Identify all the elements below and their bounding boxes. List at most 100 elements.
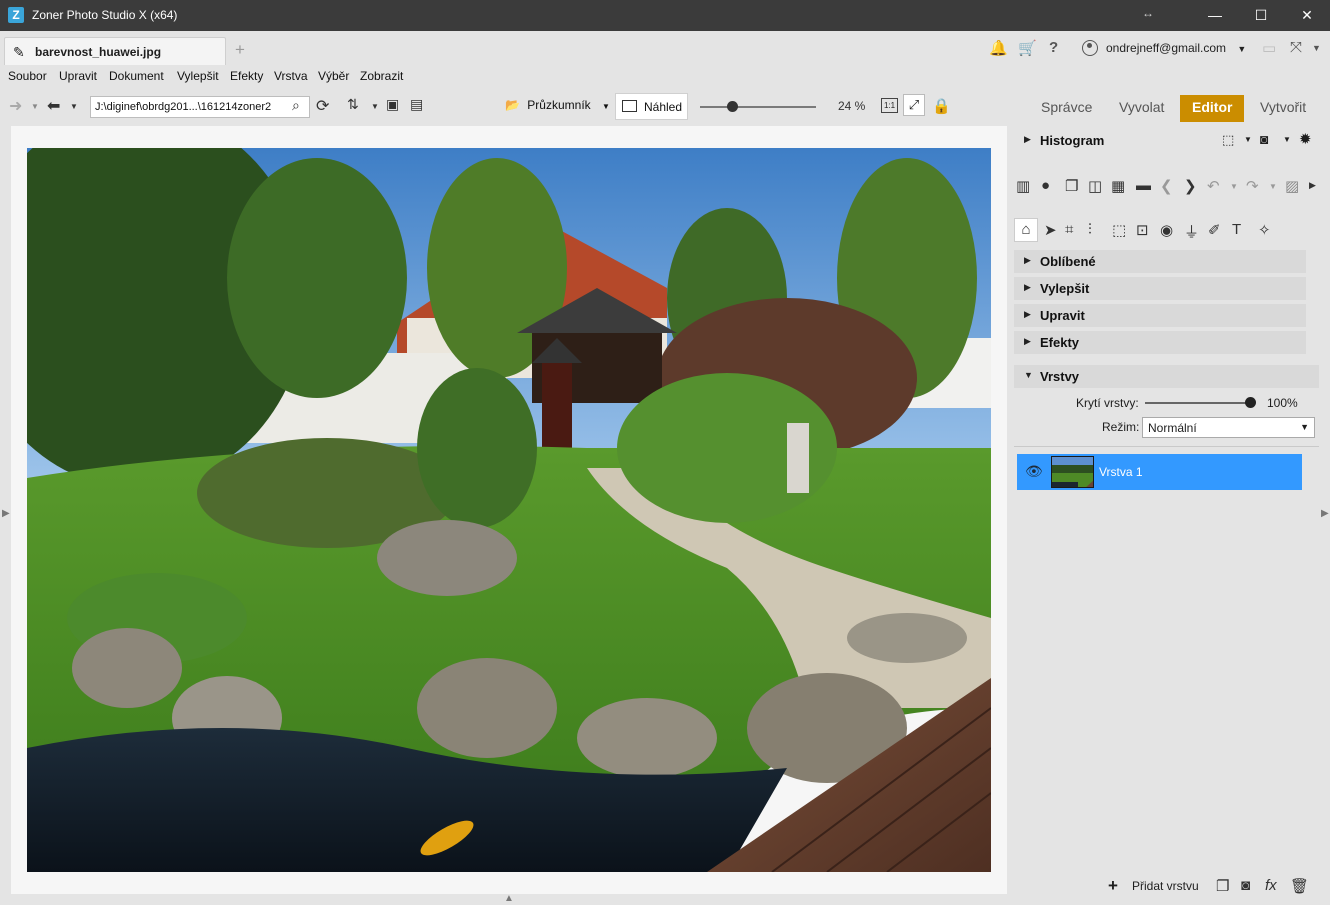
toolbar: ➜ ▼ ⬅ ▼ J:\diginef\obrdg201...\161214zon… [0, 88, 1330, 126]
cart-icon[interactable]: 🛒 [1018, 39, 1037, 57]
preview-button[interactable]: Náhled [615, 93, 688, 120]
chevron-down-icon[interactable]: ▼ [1269, 182, 1277, 191]
left-panel-toggle-icon[interactable]: ▶ [2, 508, 10, 519]
module-vytvorit[interactable]: Vytvořit [1260, 95, 1306, 122]
folder-up-icon[interactable]: ▤ [410, 96, 423, 113]
module-vyvolat[interactable]: Vyvolat [1119, 95, 1164, 122]
menu-item-vylepsit[interactable]: Vylepšit [177, 69, 219, 83]
browser-button[interactable]: 📂 Průzkumník ▼ [505, 98, 610, 112]
actual-size-button[interactable]: 1:1 [881, 98, 898, 113]
right-panel-toggle-icon[interactable]: ▶ [1321, 508, 1329, 519]
select-area-icon[interactable]: ⬚ [1222, 132, 1234, 148]
chevron-right-icon[interactable]: ▶ [1309, 180, 1316, 191]
image-icon[interactable]: ▨ [1285, 177, 1299, 195]
effects-icon[interactable]: ✧ [1258, 221, 1271, 239]
zoom-slider-handle[interactable] [727, 101, 738, 112]
layer-row[interactable]: 👁 Vrstva 1 [1017, 454, 1302, 490]
bottom-panel-toggle-icon[interactable]: ▲ [504, 893, 514, 904]
histogram-icon[interactable]: ▥ [1016, 177, 1030, 195]
brush-icon[interactable]: ✐ [1208, 221, 1221, 239]
redo-icon[interactable]: ↷ [1246, 177, 1259, 195]
chevron-down-icon[interactable]: ▼ [1244, 135, 1252, 144]
fullscreen-icon[interactable]: ⤧ [1290, 39, 1302, 56]
menu-item-vyber[interactable]: Výběr [318, 69, 349, 83]
crop-icon[interactable]: ⌗ [1065, 221, 1073, 238]
bell-icon[interactable]: 🔔 [989, 39, 1008, 57]
maximize-button[interactable]: ☐ [1238, 0, 1284, 31]
new-folder-icon[interactable]: ▣ [386, 96, 399, 113]
new-tab-button[interactable]: + [235, 40, 245, 60]
calendar-icon[interactable]: ▦ [1111, 177, 1125, 195]
settings-icon[interactable]: ✹ [1299, 130, 1312, 148]
opacity-slider[interactable] [1145, 402, 1251, 404]
sort-icon[interactable]: ⇅ [347, 96, 359, 113]
menu-item-dokument[interactable]: Dokument [109, 69, 164, 83]
document-tab[interactable]: ✎ barevnost_huawei.jpg [4, 37, 226, 65]
zoom-slider[interactable] [700, 106, 816, 108]
previous-icon[interactable]: ❮ [1160, 177, 1173, 195]
refresh-icon[interactable]: ⟳ [316, 96, 329, 116]
close-button[interactable]: ✕ [1284, 0, 1330, 31]
layer-effects-button[interactable]: fx [1265, 877, 1277, 894]
level-icon[interactable]: ⏚ [1184, 221, 1199, 242]
trash-icon[interactable]: 🗑 [1290, 877, 1309, 895]
histogram-header[interactable]: ▶ Histogram ⬚ ▼ ◙ ▼ ✹ [1014, 129, 1319, 152]
photo-canvas[interactable] [27, 148, 991, 872]
chevron-down-icon[interactable]: ▼ [1312, 43, 1321, 53]
text-box-icon[interactable]: ⊡ [1136, 221, 1149, 239]
account-menu[interactable]: ondrejneff@gmail.com ▼ [1082, 40, 1246, 56]
section-oblibene[interactable]: ▶ Oblíbené [1014, 250, 1306, 273]
section-efekty[interactable]: ▶ Efekty [1014, 331, 1306, 354]
panel-layout-icon[interactable]: ▭ [1262, 39, 1276, 57]
straighten-icon[interactable]: ⫶ [1088, 221, 1092, 238]
fit-to-window-button[interactable]: ⤢ [903, 94, 925, 116]
pointer-icon[interactable]: ➤ [1044, 221, 1057, 239]
menu-item-zobrazit[interactable]: Zobrazit [360, 69, 403, 83]
duplicate-layer-icon[interactable]: ❐ [1216, 877, 1229, 895]
menu-item-soubor[interactable]: Soubor [8, 69, 47, 83]
chevron-down-icon[interactable]: ▼ [70, 102, 78, 111]
app-logo-icon: Z [8, 7, 24, 23]
circle-icon[interactable]: ● [1041, 177, 1050, 194]
selection-icon[interactable]: ⬚ [1112, 221, 1126, 239]
folder-icon[interactable]: ▬ [1136, 177, 1151, 194]
chevron-down-icon[interactable]: ▼ [31, 102, 39, 111]
window-title: Zoner Photo Studio X (x64) [32, 8, 178, 22]
chevron-down-icon[interactable]: ▼ [1230, 182, 1238, 191]
home-icon[interactable]: ⌂ [1014, 218, 1038, 242]
menu-item-efekty[interactable]: Efekty [230, 69, 263, 83]
undo-icon[interactable]: ↶ [1207, 177, 1220, 195]
module-editor[interactable]: Editor [1180, 95, 1245, 122]
module-spravce[interactable]: Správce [1041, 95, 1092, 122]
next-icon[interactable]: ❯ [1184, 177, 1197, 195]
copy-icon[interactable]: ❐ [1065, 177, 1078, 195]
minimize-button[interactable]: — [1192, 0, 1238, 31]
lock-icon[interactable]: 🔒 [932, 97, 951, 115]
compare-icon[interactable]: ◫ [1088, 177, 1102, 195]
eye-icon[interactable]: 👁 [1025, 463, 1043, 480]
chevron-down-icon[interactable]: ▼ [371, 102, 379, 111]
back-icon[interactable]: ⬅ [47, 96, 60, 116]
add-layer-button[interactable]: Přidat vrstvu [1132, 879, 1199, 893]
section-upravit[interactable]: ▶ Upravit [1014, 304, 1306, 327]
menu-item-vrstva[interactable]: Vrstva [274, 69, 308, 83]
path-input[interactable]: J:\diginef\obrdg201...\161214zoner2 [90, 96, 310, 118]
opacity-slider-handle[interactable] [1245, 397, 1256, 408]
canvas-area[interactable] [11, 126, 1007, 894]
help-icon[interactable]: ? [1049, 39, 1058, 56]
mask-icon[interactable]: ◙ [1260, 131, 1268, 147]
add-icon[interactable]: + [1108, 876, 1118, 896]
section-label: Vylepšit [1040, 281, 1090, 296]
blend-mode-select[interactable]: Normální ▼ [1142, 417, 1315, 438]
blend-mode-label: Režim: [1102, 420, 1140, 434]
forward-icon[interactable]: ➜ [9, 96, 22, 116]
chevron-down-icon[interactable]: ▼ [1283, 135, 1291, 144]
eye-icon[interactable]: ◉ [1160, 221, 1173, 239]
section-vrstvy[interactable]: ▼ Vrstvy [1014, 365, 1319, 388]
layer-mask-icon[interactable]: ◙ [1241, 877, 1250, 894]
text-icon[interactable]: T [1232, 221, 1241, 238]
resize-icon[interactable]: ↔ [1142, 6, 1154, 20]
section-vylepsit[interactable]: ▶ Vylepšit [1014, 277, 1306, 300]
menu-item-upravit[interactable]: Upravit [59, 69, 97, 83]
search-icon[interactable]: ⌕ [292, 97, 300, 114]
